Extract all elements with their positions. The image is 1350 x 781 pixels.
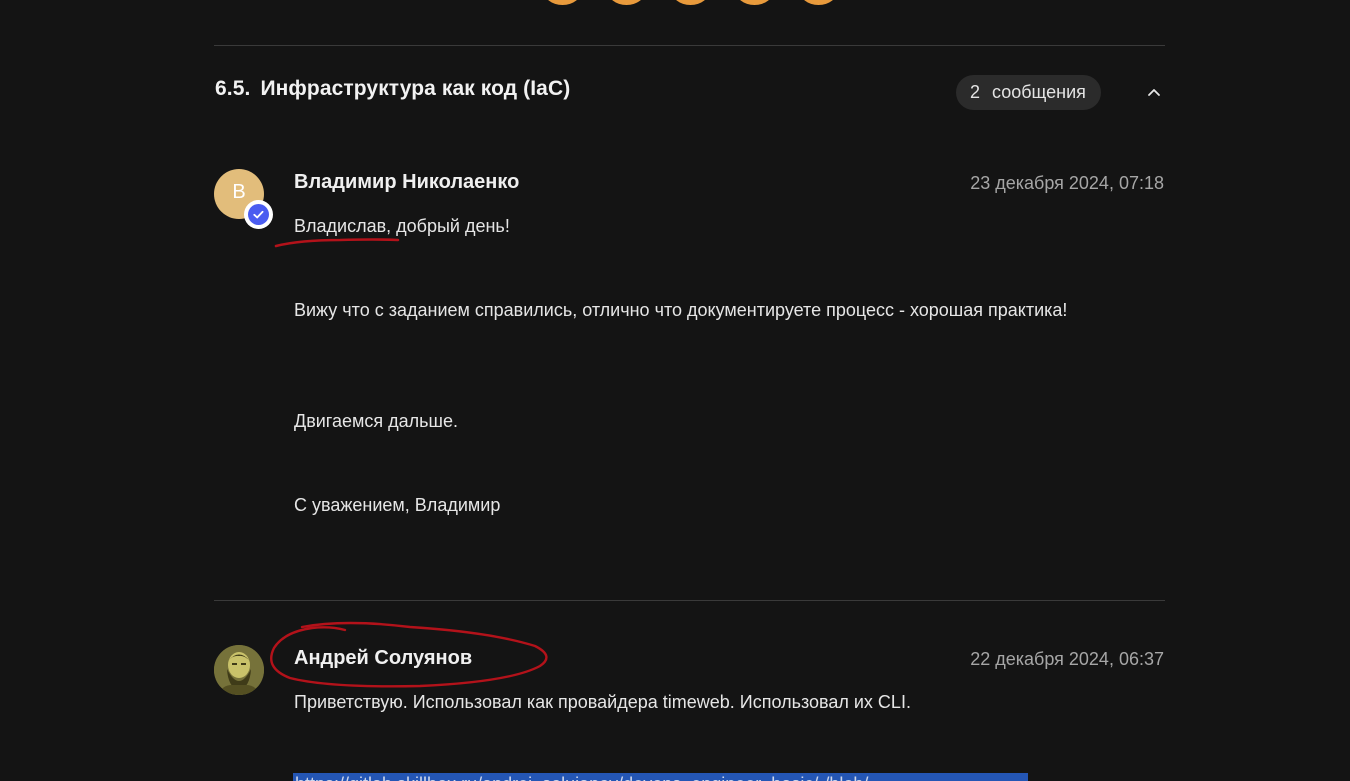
- rating-dot[interactable]: [799, 0, 838, 5]
- message-paragraph: Вижу что с заданием справились, отлично …: [294, 300, 1068, 320]
- author-name[interactable]: Андрей Солуянов: [294, 647, 472, 670]
- section-number: 6.5.: [215, 77, 251, 100]
- message-paragraph: Приветствую. Использовал как провайдера …: [294, 692, 911, 712]
- message-link[interactable]: https://gitlab.skillbox.ru/andrei_soluia…: [293, 773, 1028, 781]
- rating-dot[interactable]: [607, 0, 646, 5]
- page: 6.5. Инфраструктура как код (IaC) 2 сообщ…: [0, 0, 1350, 781]
- chevron-up-icon: [1148, 88, 1160, 96]
- avatar-letter: В: [232, 180, 246, 203]
- message-paragraph: С уважением, Владимир: [294, 495, 501, 515]
- collapse-button[interactable]: [1142, 80, 1166, 104]
- rating-dots: [543, 0, 838, 5]
- author-name[interactable]: Владимир Николаенко: [294, 171, 519, 194]
- message-count-label: сообщения: [992, 82, 1086, 102]
- divider: [214, 45, 1165, 46]
- message-date: 22 декабря 2024, 06:37: [970, 649, 1164, 669]
- avatar: [214, 645, 264, 695]
- section-title-text: Инфраструктура как код (IaC): [260, 77, 571, 100]
- divider: [214, 600, 1165, 601]
- rating-dot[interactable]: [735, 0, 774, 5]
- message-paragraph: Двигаемся дальше.: [294, 411, 458, 431]
- check-badge-icon: [244, 200, 273, 229]
- message-count-badge: 2 сообщения: [956, 75, 1101, 110]
- rating-dot[interactable]: [543, 0, 582, 5]
- rating-dot[interactable]: [671, 0, 710, 5]
- section-title: 6.5. Инфраструктура как код (IaC): [215, 77, 570, 101]
- message-date: 23 декабря 2024, 07:18: [970, 173, 1164, 193]
- message-count: 2: [970, 82, 981, 102]
- message-paragraph: Владислав, добрый день!: [294, 216, 510, 236]
